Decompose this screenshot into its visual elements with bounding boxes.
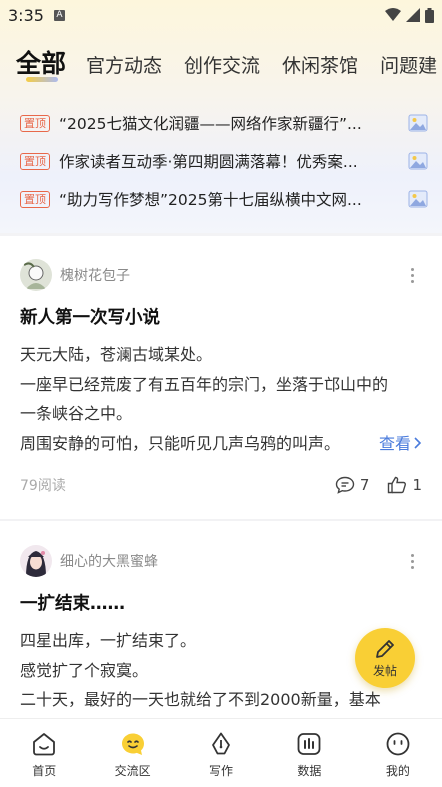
see-more-link[interactable]: 查看 <box>372 428 422 458</box>
pinned-item[interactable]: 置顶 “助力写作梦想”2025第十七届纵横中文网... <box>0 180 442 218</box>
pinned-title: 作家读者互动季·第四期圆满落幕！优秀案... <box>59 153 358 171</box>
tab-leisure-teahouse[interactable]: 休闲茶馆 <box>282 51 358 84</box>
category-tabs: 全部 官方动态 创作交流 休闲茶馆 问题建 <box>0 44 442 84</box>
notification-icon: A <box>53 9 65 21</box>
pinned-badge: 置顶 <box>20 114 50 132</box>
tab-creation-exchange[interactable]: 创作交流 <box>184 51 260 84</box>
post-excerpt: 天元大陆，苍澜古域某处。 一座早已经荒废了有五百年的宗门，坐落于邙山中的 一条峡… <box>20 340 422 458</box>
create-post-label: 发帖 <box>372 664 397 678</box>
nav-data-label: 数据 <box>297 764 322 778</box>
tab-questions[interactable]: 问题建 <box>380 51 437 84</box>
more-options-icon[interactable] <box>402 551 422 571</box>
chevron-right-icon <box>414 436 422 449</box>
nav-write-label: 写作 <box>209 764 234 778</box>
avatar[interactable] <box>20 545 52 577</box>
signal-icon <box>406 8 420 22</box>
read-count: 79阅读 <box>20 478 66 494</box>
bar-chart-icon <box>298 733 321 755</box>
status-time: 3:35 <box>8 5 44 25</box>
post-line: 天元大陆，苍澜古域某处。 <box>20 345 213 364</box>
more-options-icon[interactable] <box>402 265 422 285</box>
pen-nib-icon <box>212 732 230 755</box>
nav-write[interactable]: 写作 <box>177 719 265 787</box>
image-icon <box>408 152 428 170</box>
post-line: 二十天，最好的一天也就给了不到2000新量，基本 <box>20 690 381 709</box>
image-icon <box>408 190 428 208</box>
pinned-title: “2025七猫文化润疆——网络作家新疆行”... <box>59 115 362 133</box>
see-more-label: 查看 <box>378 433 411 453</box>
pencil-icon <box>376 640 394 658</box>
author-row: 槐树花包子 <box>20 258 422 292</box>
nav-home[interactable]: 首页 <box>0 719 88 787</box>
post-separator <box>0 519 442 521</box>
create-post-button[interactable]: 发帖 <box>355 628 415 688</box>
author-name[interactable]: 槐树花包子 <box>60 265 130 285</box>
like-count: 1 <box>412 476 422 494</box>
home-face-icon <box>33 733 56 756</box>
author-row: 细心的大黑蜜蜂 <box>20 544 422 578</box>
nav-community[interactable]: 交流区 <box>88 719 176 787</box>
comment-icon <box>335 476 355 494</box>
nav-community-label: 交流区 <box>114 764 151 778</box>
post-card[interactable]: 槐树花包子 新人第一次写小说 天元大陆，苍澜古域某处。 一座早已经荒废了有五百年… <box>0 258 442 496</box>
thumbs-up-icon <box>388 476 407 494</box>
post-line: 一条峡谷之中。 <box>20 404 133 423</box>
pinned-item[interactable]: 置顶 作家读者互动季·第四期圆满落幕！优秀案... <box>0 142 442 180</box>
nav-profile[interactable]: 我的 <box>354 719 442 787</box>
comment-button[interactable]: 7 <box>335 476 370 494</box>
nav-home-label: 首页 <box>32 764 57 778</box>
status-indicators <box>385 7 434 23</box>
section-divider <box>0 233 442 236</box>
like-button[interactable]: 1 <box>387 476 422 494</box>
pinned-badge: 置顶 <box>20 152 50 170</box>
pinned-badge: 置顶 <box>20 190 50 208</box>
status-bar: 3:35 A <box>0 0 442 30</box>
post-title: 新人第一次写小说 <box>20 308 160 328</box>
community-face-icon <box>121 733 144 755</box>
tab-official-news[interactable]: 官方动态 <box>86 51 162 84</box>
post-line: 周围安静的可怕，只能听见几声乌鸦的叫声。 <box>20 433 341 453</box>
pinned-title: “助力写作梦想”2025第十七届纵横中文网... <box>59 191 362 209</box>
tab-all[interactable]: 全部 <box>16 44 66 84</box>
avatar[interactable] <box>20 259 52 291</box>
wifi-icon <box>385 8 401 21</box>
author-name[interactable]: 细心的大黑蜜蜂 <box>60 551 158 571</box>
nav-profile-label: 我的 <box>385 764 410 778</box>
nav-data[interactable]: 数据 <box>265 719 353 787</box>
image-icon <box>408 114 428 132</box>
profile-face-icon <box>386 732 410 756</box>
post-title: 一扩结束…… <box>20 594 125 614</box>
bottom-navigation: 首页 交流区 写作 数据 我的 <box>0 718 442 787</box>
post-line: 一座早已经荒废了有五百年的宗门，坐落于邙山中的 <box>20 374 389 394</box>
battery-icon <box>425 7 434 23</box>
post-footer: 79阅读 7 1 <box>20 474 422 496</box>
comment-count: 7 <box>359 476 370 494</box>
pinned-item[interactable]: 置顶 “2025七猫文化润疆——网络作家新疆行”... <box>0 104 442 142</box>
pinned-posts: 置顶 “2025七猫文化润疆——网络作家新疆行”... 置顶 作家读者互动季·第… <box>0 104 442 218</box>
